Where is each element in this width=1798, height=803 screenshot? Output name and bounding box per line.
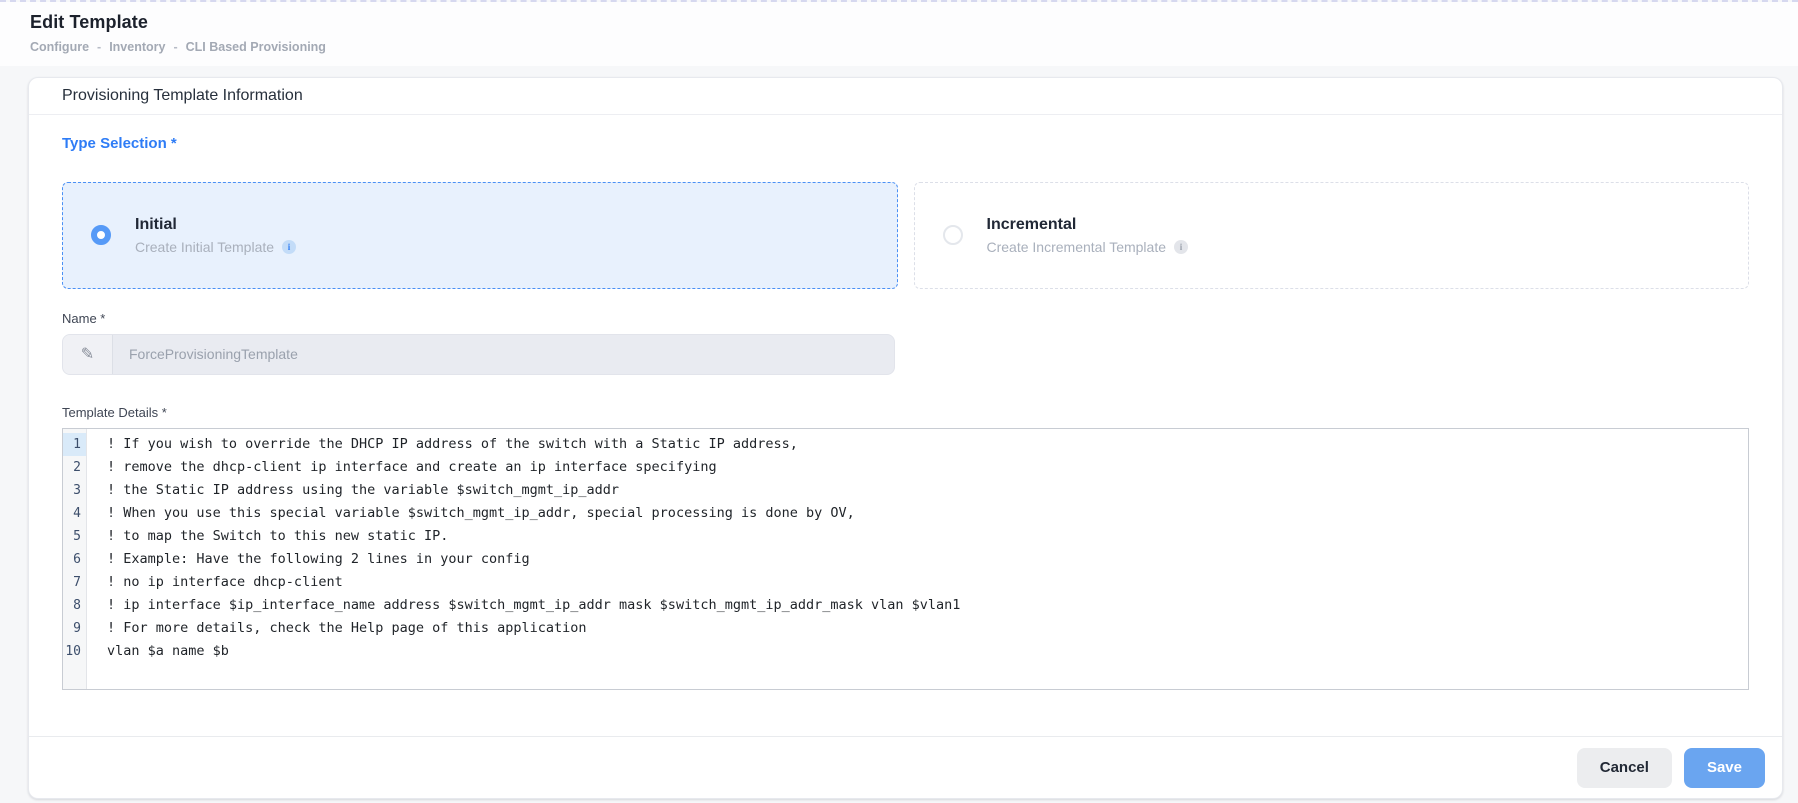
code-line: ! the Static IP address using the variab… [107, 479, 1748, 502]
name-input-group: ✎ [62, 334, 895, 375]
line-number: 4 [63, 502, 86, 525]
editor-code-area: ! If you wish to override the DHCP IP ad… [87, 429, 1748, 689]
type-selection-label: Type Selection * [62, 135, 1749, 152]
type-option-title: Incremental [987, 216, 1189, 234]
breadcrumb: Configure - Inventory - CLI Based Provis… [30, 40, 1798, 54]
provisioning-template-card: Provisioning Template Information Type S… [28, 77, 1783, 799]
radio-incremental-unselected-icon[interactable] [943, 225, 963, 245]
code-line: ! When you use this special variable $sw… [107, 502, 1748, 525]
name-label: Name * [62, 311, 1749, 326]
radio-initial-selected-icon[interactable] [91, 225, 111, 245]
template-details-label: Template Details * [62, 405, 1749, 420]
code-line: ! For more details, check the Help page … [107, 617, 1748, 640]
card-footer: Cancel Save [29, 736, 1782, 798]
card-title: Provisioning Template Information [62, 87, 303, 105]
cancel-button[interactable]: Cancel [1577, 748, 1672, 788]
save-button[interactable]: Save [1684, 748, 1765, 788]
line-number: 1 [63, 433, 86, 456]
type-option-subtitle: Create Incremental Template [987, 239, 1167, 255]
code-line: ! ip interface $ip_interface_name addres… [107, 594, 1748, 617]
type-option-initial[interactable]: Initial Create Initial Template i [62, 182, 898, 289]
line-number: 2 [63, 456, 86, 479]
code-line: ! remove the dhcp-client ip interface an… [107, 456, 1748, 479]
name-input[interactable] [113, 335, 894, 374]
code-line: ! If you wish to override the DHCP IP ad… [107, 433, 1748, 456]
line-number: 3 [63, 479, 86, 502]
card-header: Provisioning Template Information [29, 78, 1782, 115]
breadcrumb-configure[interactable]: Configure [30, 40, 89, 54]
line-number: 10 [63, 640, 86, 663]
breadcrumb-inventory[interactable]: Inventory [109, 40, 165, 54]
code-line: vlan $a name $b [107, 640, 1748, 663]
line-number: 8 [63, 594, 86, 617]
page-header: Edit Template Configure - Inventory - CL… [0, 2, 1798, 66]
type-selection-row: Initial Create Initial Template i Increm… [62, 182, 1749, 289]
code-line: ! to map the Switch to this new static I… [107, 525, 1748, 548]
breadcrumb-separator: - [97, 40, 101, 54]
page-title: Edit Template [30, 12, 1798, 33]
editor-line-number-gutter: 12345678910 [63, 429, 87, 689]
breadcrumb-separator: - [173, 40, 177, 54]
info-icon[interactable]: i [282, 240, 296, 254]
line-number: 5 [63, 525, 86, 548]
code-line: ! Example: Have the following 2 lines in… [107, 548, 1748, 571]
code-line: ! no ip interface dhcp-client [107, 571, 1748, 594]
type-option-incremental[interactable]: Incremental Create Incremental Template … [914, 182, 1750, 289]
code-editor[interactable]: 12345678910 ! If you wish to override th… [62, 428, 1749, 690]
line-number: 6 [63, 548, 86, 571]
line-number: 7 [63, 571, 86, 594]
pencil-icon: ✎ [63, 335, 113, 374]
type-option-subtitle: Create Initial Template [135, 239, 274, 255]
line-number: 9 [63, 617, 86, 640]
breadcrumb-cli-based-provisioning[interactable]: CLI Based Provisioning [186, 40, 326, 54]
type-option-title: Initial [135, 216, 296, 234]
card-content: Type Selection * Initial Create Initial … [29, 115, 1782, 736]
info-icon[interactable]: i [1174, 240, 1188, 254]
